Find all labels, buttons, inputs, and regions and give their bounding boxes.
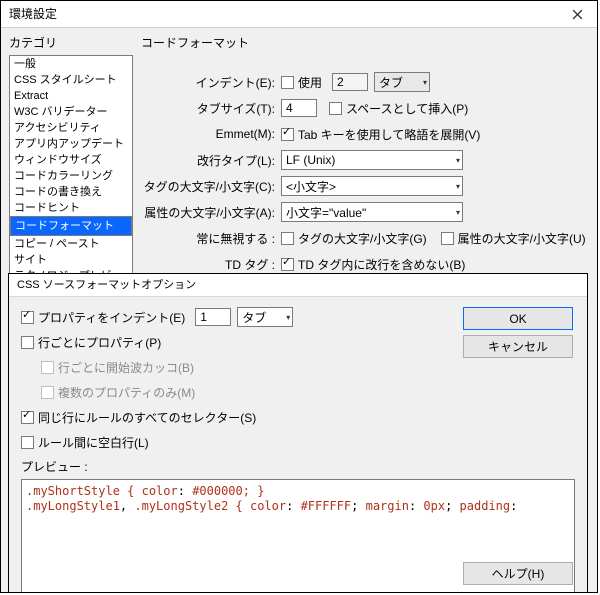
attrcase-label: 属性の大文字/小文字(A): bbox=[141, 204, 275, 221]
preview-label: プレビュー : bbox=[21, 458, 575, 475]
sidebar-item-selected[interactable]: コードフォーマット bbox=[10, 216, 132, 236]
sidebar-label: カテゴリ bbox=[9, 34, 133, 51]
main-heading: コードフォーマット bbox=[141, 34, 589, 51]
each-line-checkbox[interactable] bbox=[21, 336, 34, 349]
sidebar-item[interactable]: アプリ内アップデート bbox=[10, 136, 132, 152]
indent-prop-size-input[interactable] bbox=[195, 308, 231, 326]
close-icon bbox=[572, 9, 583, 20]
attrcase-value: 小文字="value" bbox=[286, 204, 366, 221]
close-button[interactable] bbox=[557, 3, 597, 25]
linetype-select[interactable]: LF (Unix)▾ bbox=[281, 150, 463, 170]
cancel-button[interactable]: キャンセル bbox=[463, 335, 573, 358]
indent-prop-unit-value: タブ bbox=[242, 309, 266, 326]
indent-unit-value: タブ bbox=[379, 74, 403, 91]
sidebar-item[interactable]: コードの書き換え bbox=[10, 184, 132, 200]
sidebar-item[interactable]: CSS スタイルシート bbox=[10, 72, 132, 88]
tabsize-label: タブサイズ(T): bbox=[141, 100, 275, 117]
titlebar: 環境設定 bbox=[1, 1, 597, 28]
sidebar-item[interactable]: アクセシビリティ bbox=[10, 120, 132, 136]
open-brace-label: 行ごとに開始波カッコ(B) bbox=[58, 359, 194, 376]
tagcase-value: <小文字> bbox=[286, 178, 336, 195]
tdtag-text: TD タグ内に改行を含めない(B) bbox=[298, 256, 465, 273]
same-line-sel-label: 同じ行にルールのすべてのセレクター(S) bbox=[38, 409, 256, 426]
help-button[interactable]: ヘルプ(H) bbox=[463, 562, 573, 585]
emmet-checkbox[interactable] bbox=[281, 128, 294, 141]
sidebar-item[interactable]: Extract bbox=[10, 88, 132, 104]
indent-prop-checkbox[interactable] bbox=[21, 311, 34, 324]
dialog-title: CSS ソースフォーマットオプション bbox=[9, 274, 587, 297]
ok-button[interactable]: OK bbox=[463, 307, 573, 330]
compound-only-label: 複数のプロパティのみ(M) bbox=[58, 384, 195, 401]
each-line-label: 行ごとにプロパティ(P) bbox=[38, 334, 161, 351]
sidebar-item[interactable]: W3C バリデーター bbox=[10, 104, 132, 120]
tagcase-select[interactable]: <小文字>▾ bbox=[281, 176, 463, 196]
indent-label: インデント(E): bbox=[141, 74, 275, 91]
ignore-tag-checkbox[interactable] bbox=[281, 232, 294, 245]
ignore-attr-checkbox[interactable] bbox=[441, 232, 454, 245]
space-insert-checkbox[interactable] bbox=[329, 102, 342, 115]
css-format-dialog: CSS ソースフォーマットオプション プロパティをインデント(E) タブ▾ 行ご… bbox=[8, 273, 588, 593]
sidebar-item[interactable]: コピー / ペースト bbox=[10, 236, 132, 252]
sidebar-item[interactable]: サイト bbox=[10, 252, 132, 268]
category-list[interactable]: 一般 CSS スタイルシート Extract W3C バリデーター アクセシビリ… bbox=[9, 55, 133, 299]
blank-between-label: ルール間に空白行(L) bbox=[38, 434, 149, 451]
tagcase-label: タグの大文字/小文字(C): bbox=[141, 178, 275, 195]
tdtag-label: TD タグ : bbox=[141, 256, 275, 273]
ignore-tag-text: タグの大文字/小文字(G) bbox=[298, 230, 427, 247]
compound-only-checkbox[interactable] bbox=[41, 386, 54, 399]
indent-unit-select[interactable]: タブ▾ bbox=[374, 72, 430, 92]
indent-use-checkbox[interactable] bbox=[281, 76, 294, 89]
linetype-value: LF (Unix) bbox=[286, 153, 335, 167]
indent-prop-unit-select[interactable]: タブ▾ bbox=[237, 307, 293, 327]
preferences-window: 環境設定 カテゴリ 一般 CSS スタイルシート Extract W3C バリデ… bbox=[0, 0, 598, 593]
blank-between-checkbox[interactable] bbox=[21, 436, 34, 449]
emmet-text: Tab キーを使用して略語を展開(V) bbox=[298, 126, 480, 143]
sidebar-item[interactable]: コードカラーリング bbox=[10, 168, 132, 184]
tdtag-checkbox[interactable] bbox=[281, 258, 294, 271]
sidebar-item[interactable]: 一般 bbox=[10, 56, 132, 72]
emmet-label: Emmet(M): bbox=[141, 127, 275, 141]
attrcase-select[interactable]: 小文字="value"▾ bbox=[281, 202, 463, 222]
ignore-attr-text: 属性の大文字/小文字(U) bbox=[458, 230, 586, 247]
same-line-sel-checkbox[interactable] bbox=[21, 411, 34, 424]
sidebar-item[interactable]: コードヒント bbox=[10, 200, 132, 216]
ignore-label: 常に無視する : bbox=[141, 230, 275, 247]
indent-prop-label: プロパティをインデント(E) bbox=[38, 309, 185, 326]
indent-use-text: 使用 bbox=[298, 74, 322, 91]
indent-size-input[interactable] bbox=[332, 73, 368, 91]
tabsize-input[interactable] bbox=[281, 99, 317, 117]
open-brace-checkbox[interactable] bbox=[41, 361, 54, 374]
sidebar-item[interactable]: ウィンドウサイズ bbox=[10, 152, 132, 168]
window-title: 環境設定 bbox=[9, 1, 57, 27]
space-insert-text: スペースとして挿入(P) bbox=[346, 100, 468, 117]
linetype-label: 改行タイプ(L): bbox=[141, 152, 275, 169]
